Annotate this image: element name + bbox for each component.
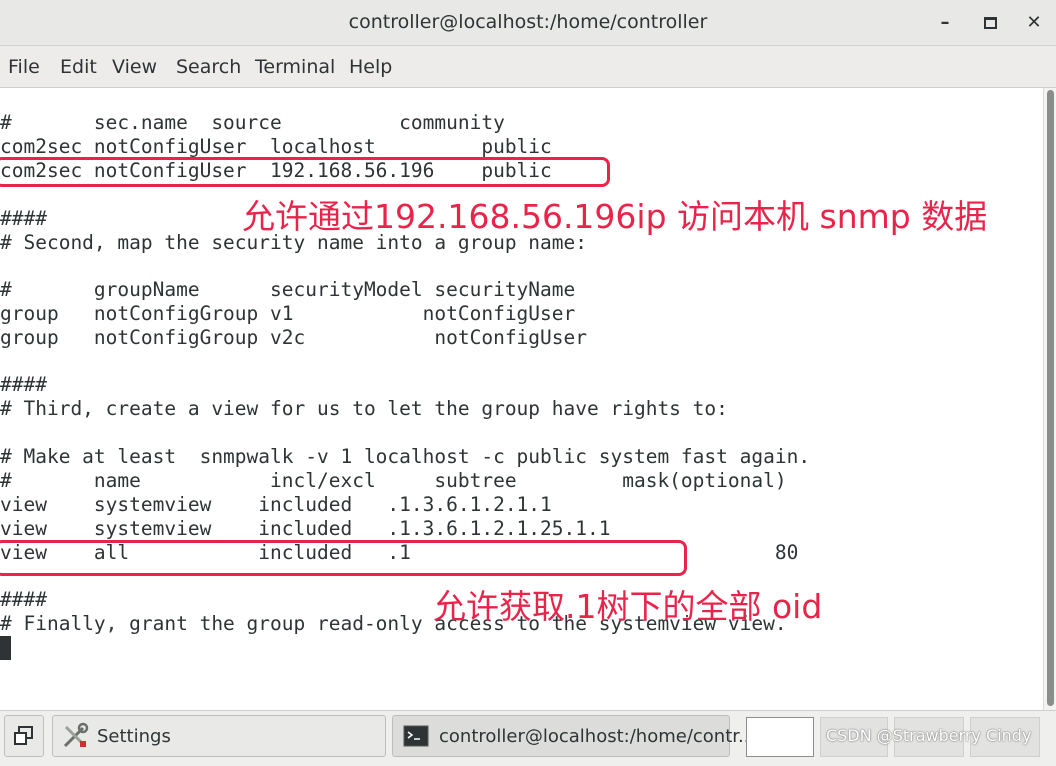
terminal-line: com2sec notConfigUser localhost public — [0, 135, 552, 158]
terminal-line: # Make at least snmpwalk -v 1 localhost … — [0, 445, 811, 468]
terminal-line: # groupName securityModel securityName — [0, 278, 576, 301]
menu-search[interactable]: Search — [176, 56, 241, 78]
terminal-line: view systemview included .1.3.6.1.2.1.25… — [0, 517, 611, 540]
terminal-icon — [403, 725, 429, 747]
maximize-button[interactable] — [975, 8, 1005, 38]
taskbar-terminal-button[interactable]: controller@localhost:/home/contr... — [392, 715, 755, 757]
highlight-box-view-all — [0, 540, 687, 576]
menu-bar: File Edit View Search Terminal Help — [0, 46, 1056, 88]
menu-terminal[interactable]: Terminal — [255, 56, 335, 78]
terminal-scrollbar[interactable] — [1043, 88, 1056, 710]
minimize-icon: – — [940, 12, 950, 33]
window-title: controller@localhost:/home/controller — [348, 11, 708, 33]
terminal-cursor — [0, 636, 11, 660]
close-button[interactable]: ✕ — [1019, 8, 1049, 38]
scrollbar-thumb[interactable] — [1047, 90, 1054, 706]
terminal-line: group notConfigGroup v2c notConfigUser — [0, 326, 587, 349]
menu-file[interactable]: File — [8, 56, 40, 78]
annotation-view-note: 允许获取.1树下的全部 oid — [433, 587, 823, 626]
taskbar-settings-button[interactable]: Settings — [52, 715, 386, 757]
terminal-line: # name incl/excl subtree mask(optional) — [0, 469, 787, 492]
tools-icon — [63, 722, 89, 748]
watermark: CSDN @Strawberry Cindy — [826, 726, 1032, 745]
terminal-line: #### — [0, 207, 47, 230]
menu-help[interactable]: Help — [349, 56, 392, 78]
close-icon: ✕ — [1026, 12, 1042, 33]
terminal-line: #### — [0, 588, 47, 611]
terminal-line: group notConfigGroup v1 notConfigUser — [0, 302, 576, 325]
taskbar-settings-label: Settings — [97, 726, 171, 747]
maximize-icon — [983, 17, 997, 29]
show-desktop-button[interactable] — [4, 715, 44, 757]
taskbar-terminal-label: controller@localhost:/home/contr... — [439, 726, 756, 747]
highlight-box-community — [0, 157, 610, 187]
terminal-line: view systemview included .1.3.6.1.2.1.1 — [0, 493, 552, 516]
show-desktop-icon — [14, 726, 33, 745]
title-bar: controller@localhost:/home/controller – … — [0, 0, 1056, 46]
menu-edit[interactable]: Edit — [60, 56, 97, 78]
workspace-1[interactable] — [746, 717, 814, 757]
terminal-line: # sec.name source community — [0, 111, 505, 134]
annotation-community-note: 允许通过192.168.56.196ip 访问本机 snmp 数据 — [242, 197, 988, 236]
minimize-button[interactable]: – — [930, 8, 960, 38]
terminal-line: #### — [0, 373, 47, 396]
terminal-line: # Third, create a view for us to let the… — [0, 397, 728, 420]
menu-view[interactable]: View — [112, 56, 157, 78]
